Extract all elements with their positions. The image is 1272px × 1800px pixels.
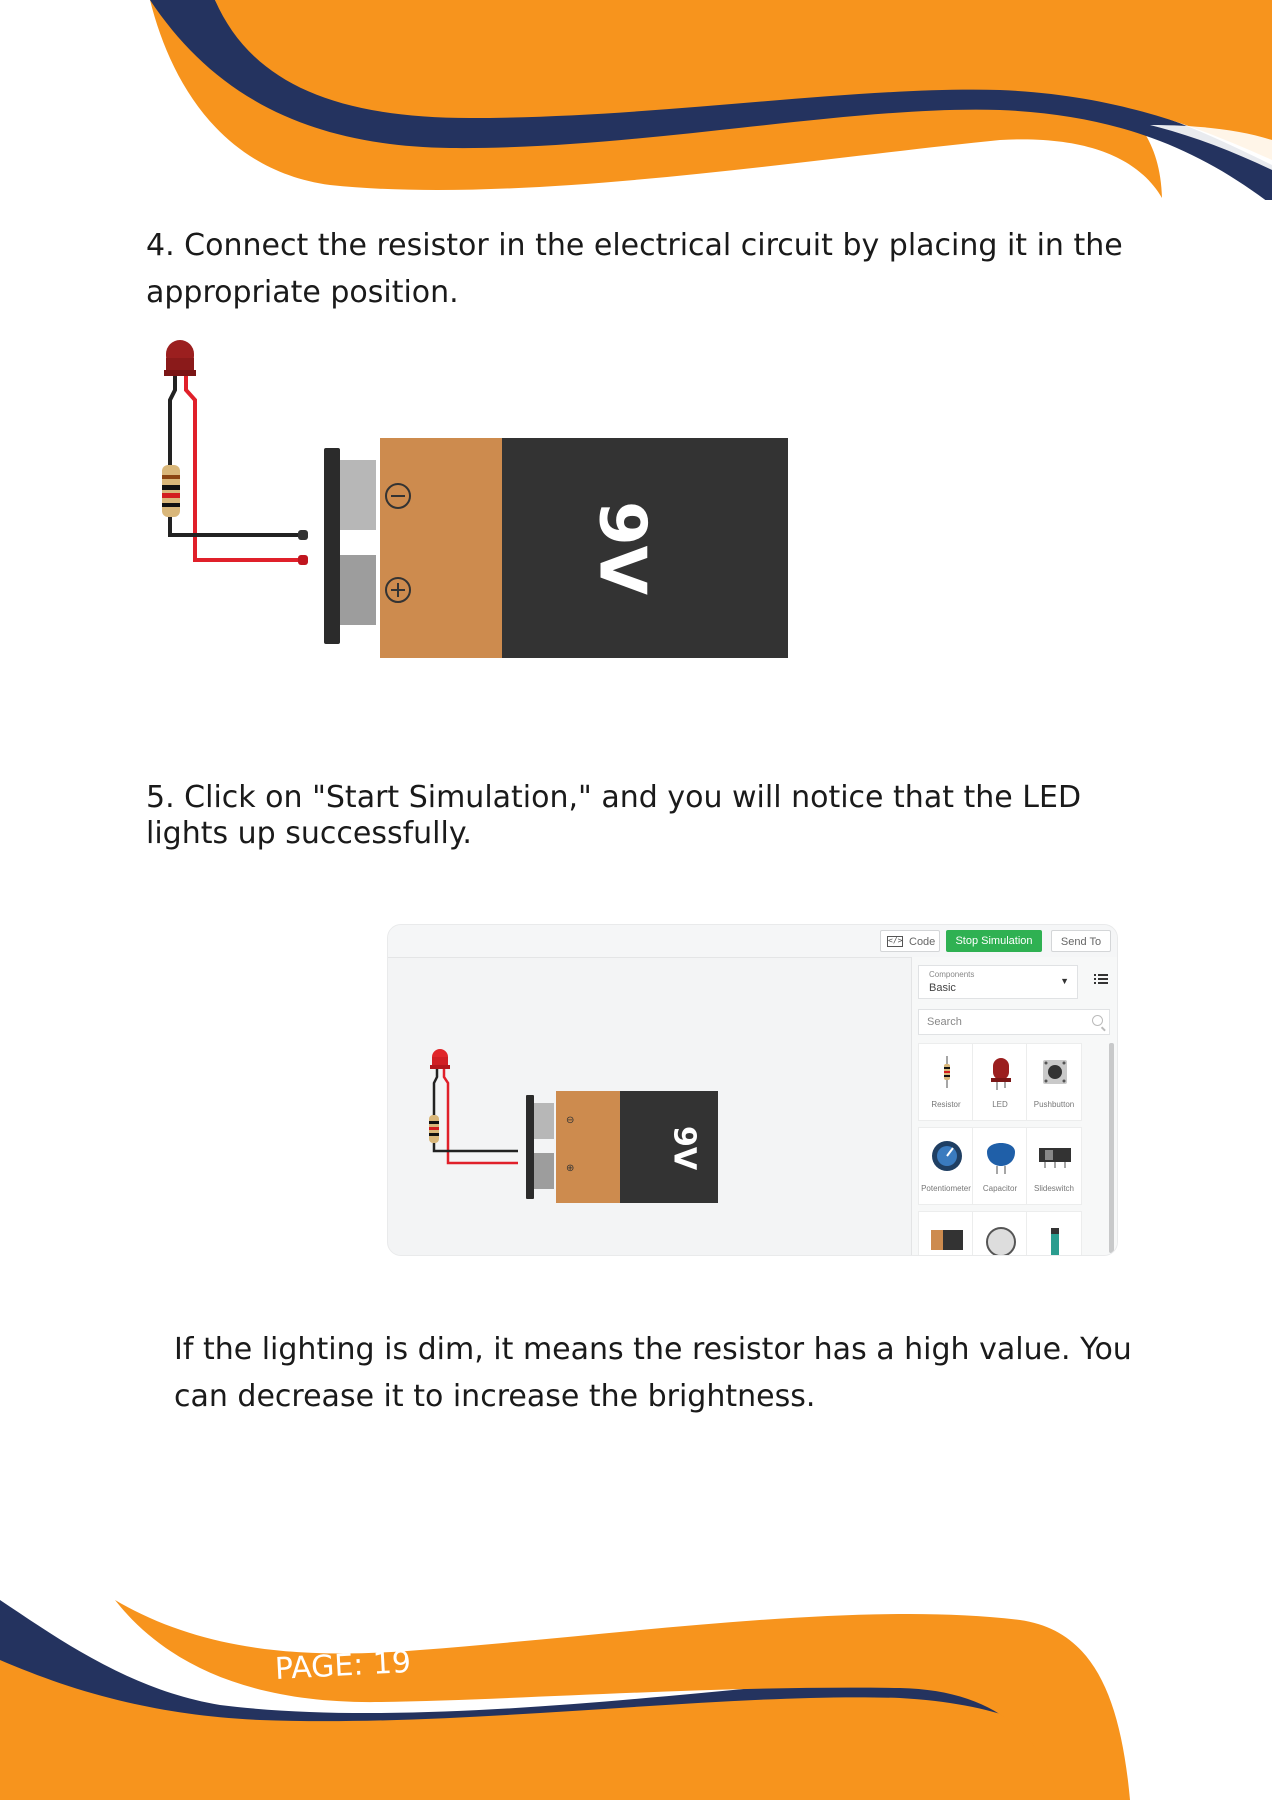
resistor-icon (162, 465, 180, 517)
note-text: If the lighting is dim, it means the res… (174, 1332, 1132, 1414)
step-4-text: 4. Connect the resistor in the electrica… (146, 228, 1123, 310)
components-value: Basic (929, 982, 956, 994)
component-tile-capacitor[interactable]: Capacitor (972, 1127, 1028, 1205)
code-icon: </> (887, 936, 903, 947)
components-caption: Components (929, 970, 975, 979)
component-label: Slideswitch (1033, 1184, 1074, 1193)
battery-label-small: 9V (667, 1126, 702, 1171)
chevron-down-icon: ▼ (1060, 976, 1069, 986)
search-icon (1092, 1015, 1103, 1026)
bottom-wave-decoration (0, 1600, 1130, 1800)
simulator-screenshot: </> Code Stop Simulation Send To ⊖ ⊕ 9V … (387, 924, 1118, 1256)
component-tile-coin-battery[interactable] (972, 1211, 1028, 1255)
component-label: Capacitor (982, 1184, 1018, 1193)
send-to-button[interactable]: Send To (1051, 930, 1111, 952)
page-number: PAGE: 19 (274, 1644, 412, 1687)
top-wave-decoration (150, 0, 1272, 200)
svg-text:⊖: ⊖ (566, 1115, 574, 1126)
capacitor-icon (987, 1143, 1015, 1174)
battery-9v-icon: 9V (324, 438, 788, 658)
battery-label: 9V (584, 501, 658, 596)
resistor-icon (429, 1115, 439, 1143)
component-label: Potentiometer (921, 1184, 971, 1193)
components-panel: Components Basic ▼ Search Resistor LED P… (911, 957, 1117, 1255)
resistor-icon (944, 1056, 950, 1088)
list-view-icon[interactable] (1094, 973, 1108, 985)
component-tile-battery[interactable] (918, 1211, 974, 1255)
led-icon (430, 1049, 450, 1069)
simulator-toolbar: </> Code Stop Simulation Send To (388, 925, 1117, 958)
component-tile-potentiometer[interactable]: Potentiometer (918, 1127, 974, 1205)
component-tile-pushbutton[interactable]: Pushbutton (1026, 1043, 1082, 1121)
step-5-text: 5. Click on "Start Simulation," and you … (146, 780, 1082, 851)
slideswitch-icon (1039, 1148, 1071, 1168)
led-icon (164, 340, 196, 376)
component-tile-slideswitch[interactable]: Slideswitch (1026, 1127, 1082, 1205)
component-tile-battery-pack[interactable] (1026, 1211, 1082, 1255)
battery-icon (931, 1230, 963, 1250)
components-dropdown[interactable]: Components Basic ▼ (918, 965, 1078, 999)
led-icon (991, 1058, 1011, 1090)
circuit-canvas[interactable]: ⊖ ⊕ 9V (418, 1043, 718, 1203)
search-input[interactable]: Search (918, 1009, 1110, 1035)
search-placeholder: Search (927, 1016, 962, 1028)
coin-battery-icon (986, 1227, 1016, 1255)
component-tile-resistor[interactable]: Resistor (918, 1043, 974, 1121)
component-tile-led[interactable]: LED (972, 1043, 1028, 1121)
component-label: Pushbutton (1033, 1100, 1075, 1109)
potentiometer-icon (932, 1141, 962, 1171)
code-button[interactable]: </> Code (880, 930, 940, 952)
stop-simulation-button[interactable]: Stop Simulation (946, 930, 1042, 952)
battery-pack-icon (1051, 1228, 1059, 1255)
pushbutton-icon (1043, 1060, 1067, 1084)
code-label: Code (909, 936, 936, 948)
panel-scrollbar[interactable] (1109, 1043, 1114, 1253)
battery-9v-icon: ⊖ ⊕ 9V (526, 1091, 718, 1203)
circuit-illustration-large: 9V (162, 340, 788, 658)
svg-text:⊕: ⊕ (566, 1163, 574, 1174)
component-label: LED (992, 1100, 1008, 1109)
component-label: Resistor (931, 1100, 961, 1109)
